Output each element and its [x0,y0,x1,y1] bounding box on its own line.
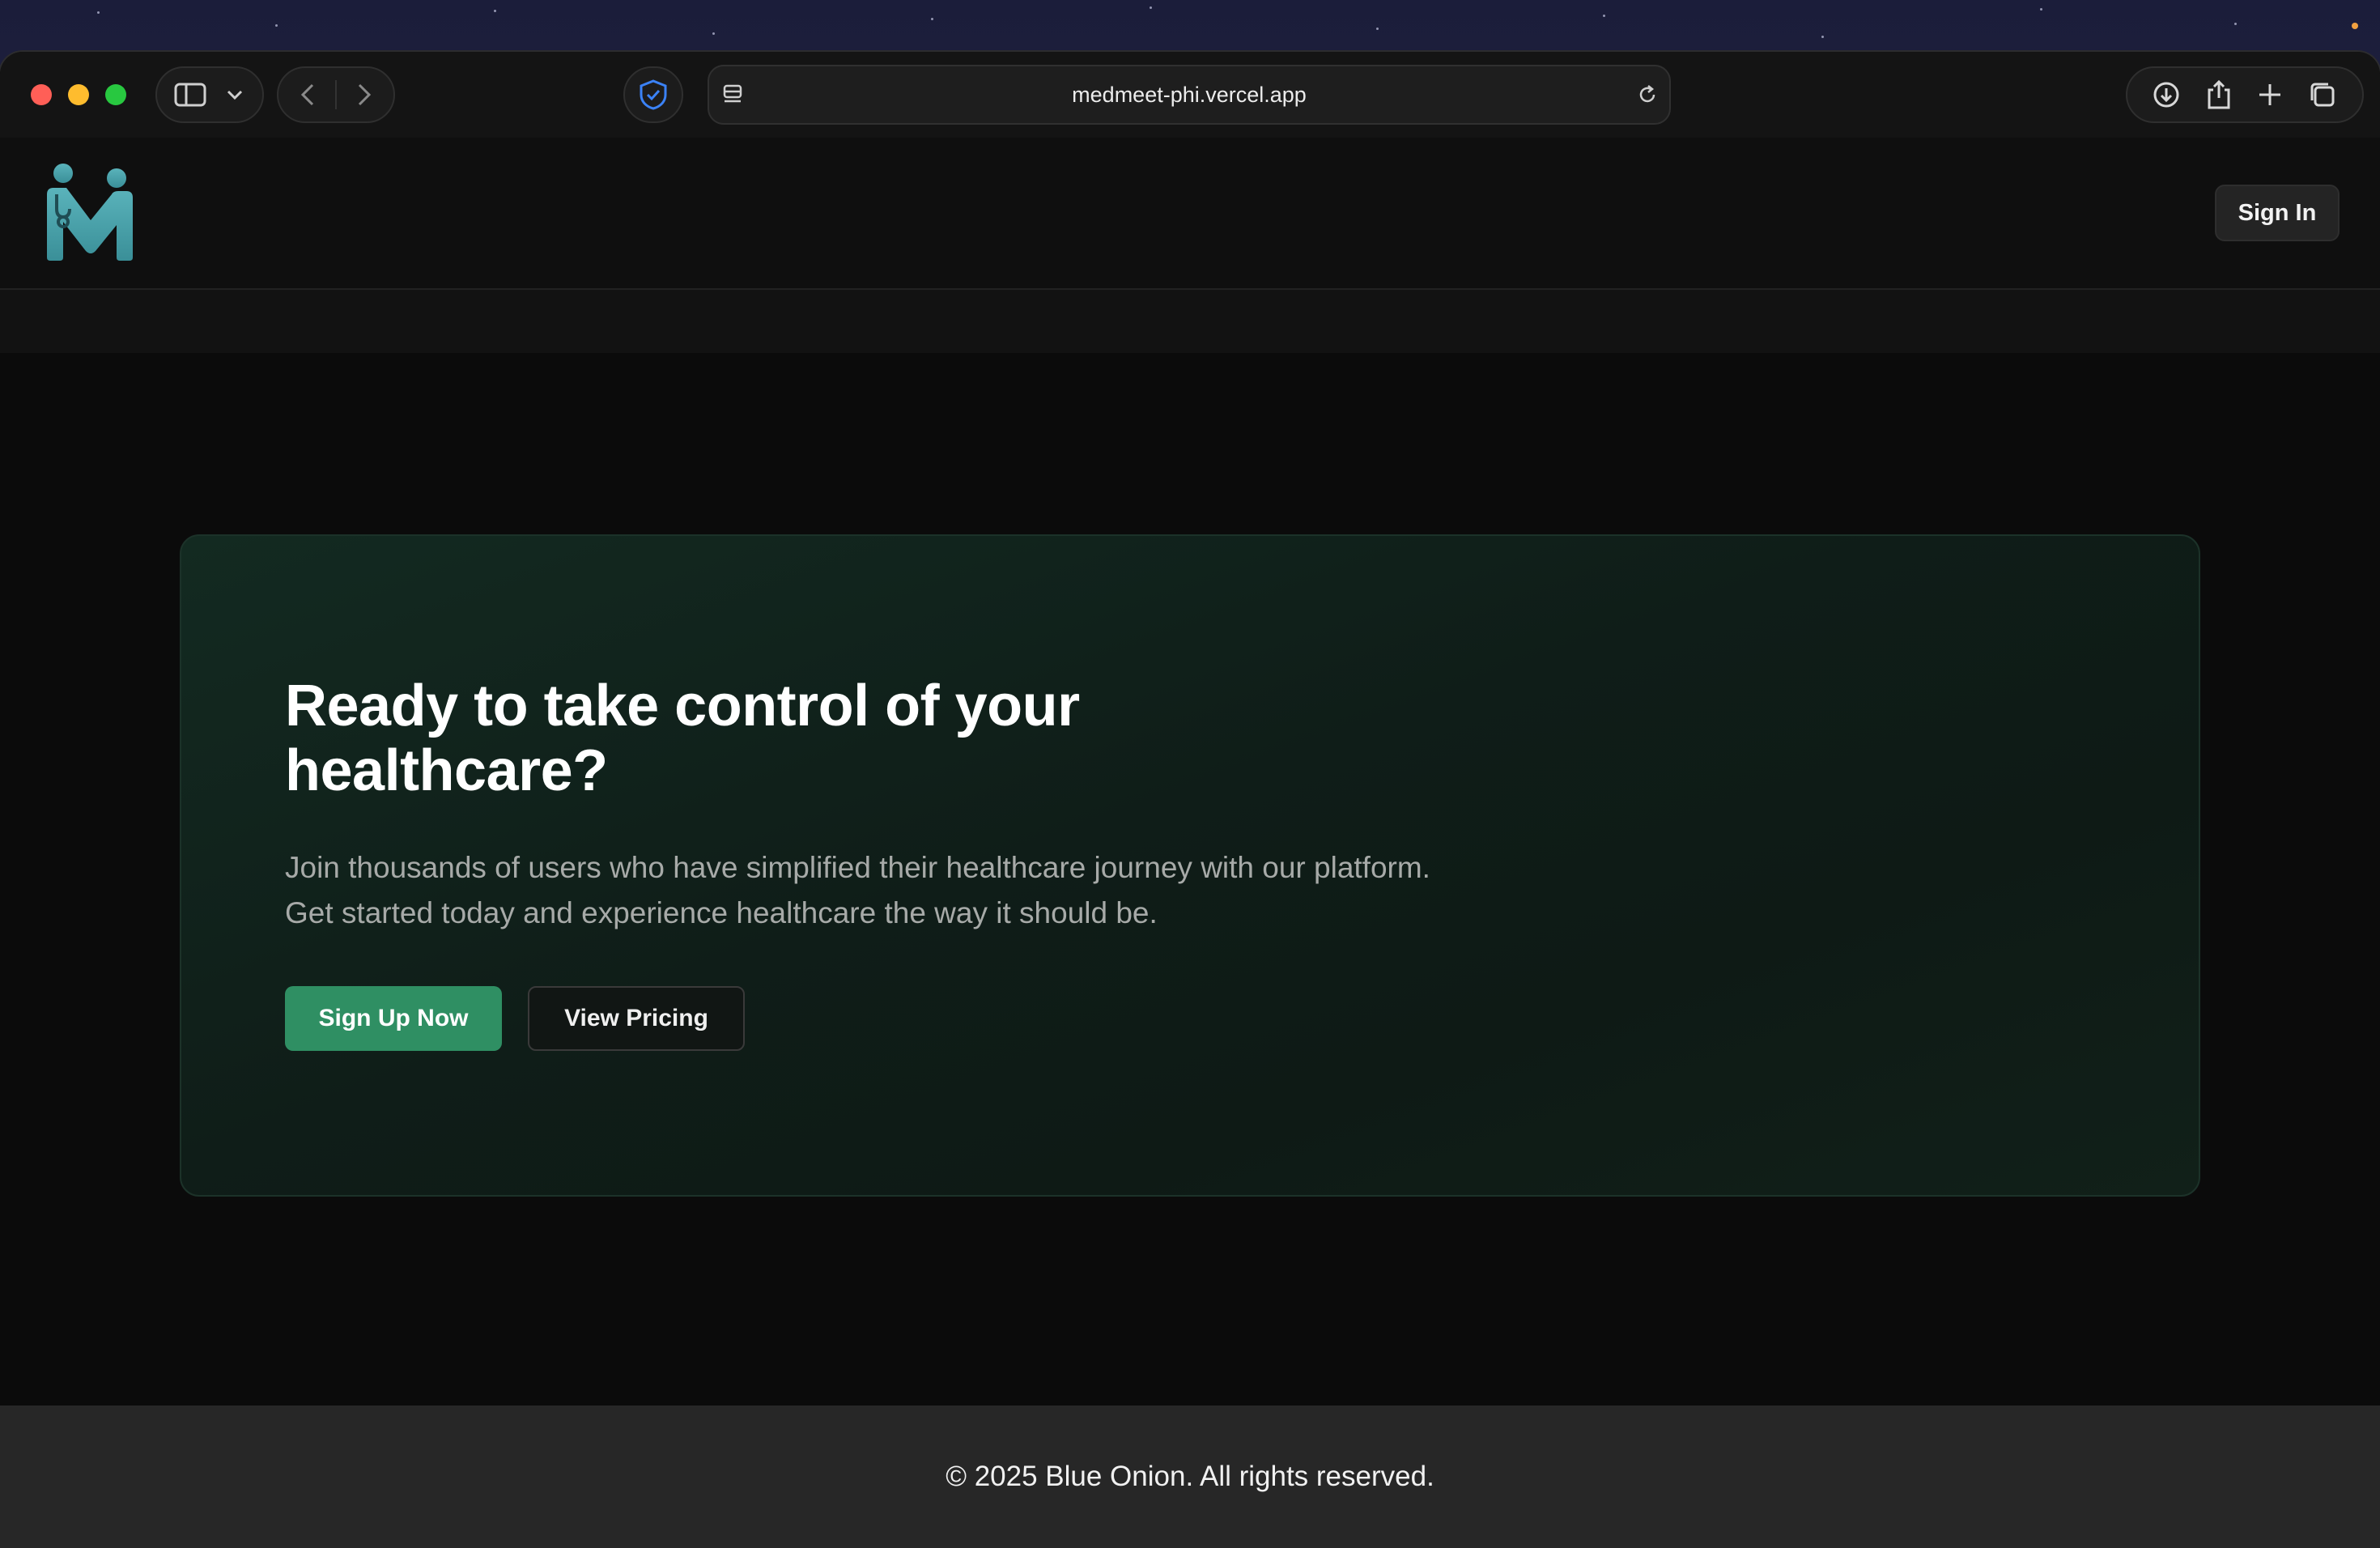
cta-section: Ready to take control of your healthcare… [180,534,2200,1197]
download-icon[interactable] [2152,80,2181,109]
sign-in-button[interactable]: Sign In [2215,185,2340,241]
close-window-button[interactable] [31,84,52,105]
sign-up-button[interactable]: Sign Up Now [285,986,502,1051]
new-tab-icon[interactable] [2256,81,2284,108]
browser-actions [2126,66,2364,123]
reload-icon[interactable] [1635,83,1660,107]
cta-heading: Ready to take control of your healthcare… [285,674,1080,803]
shield-icon [640,79,667,110]
site-footer: © 2025 Blue Onion. All rights reserved. [0,1406,2380,1548]
browser-window: medmeet-phi.vercel.app Sign In Ready to … [0,52,2380,1548]
web-page: Sign In Ready to take control of your he… [0,138,2380,1548]
medmeet-logo[interactable] [42,162,139,262]
minimize-window-button[interactable] [68,84,89,105]
forward-arrow-icon[interactable] [351,81,376,108]
header-subbar [0,290,2380,353]
browser-toolbar: medmeet-phi.vercel.app [0,52,2380,139]
history-navigation [277,66,395,123]
tab-overview-icon[interactable] [2307,79,2338,110]
site-header: Sign In [0,138,2380,290]
zoom-window-button[interactable] [105,84,126,105]
back-arrow-icon[interactable] [296,81,321,108]
view-pricing-button[interactable]: View Pricing [528,986,745,1051]
cta-description: Join thousands of users who have simplif… [285,851,1430,929]
copyright-text: © 2025 Blue Onion. All rights reserved. [946,1461,1434,1492]
sidebar-icon [174,83,206,107]
privacy-shield-button[interactable] [623,66,683,123]
url-text: medmeet-phi.vercel.app [1072,83,1307,107]
chevron-down-icon [227,90,243,100]
address-bar[interactable]: medmeet-phi.vercel.app [708,65,1671,125]
share-icon[interactable] [2204,79,2233,111]
sidebar-toggle-button[interactable] [155,66,264,123]
desktop-wallpaper [0,0,2380,57]
